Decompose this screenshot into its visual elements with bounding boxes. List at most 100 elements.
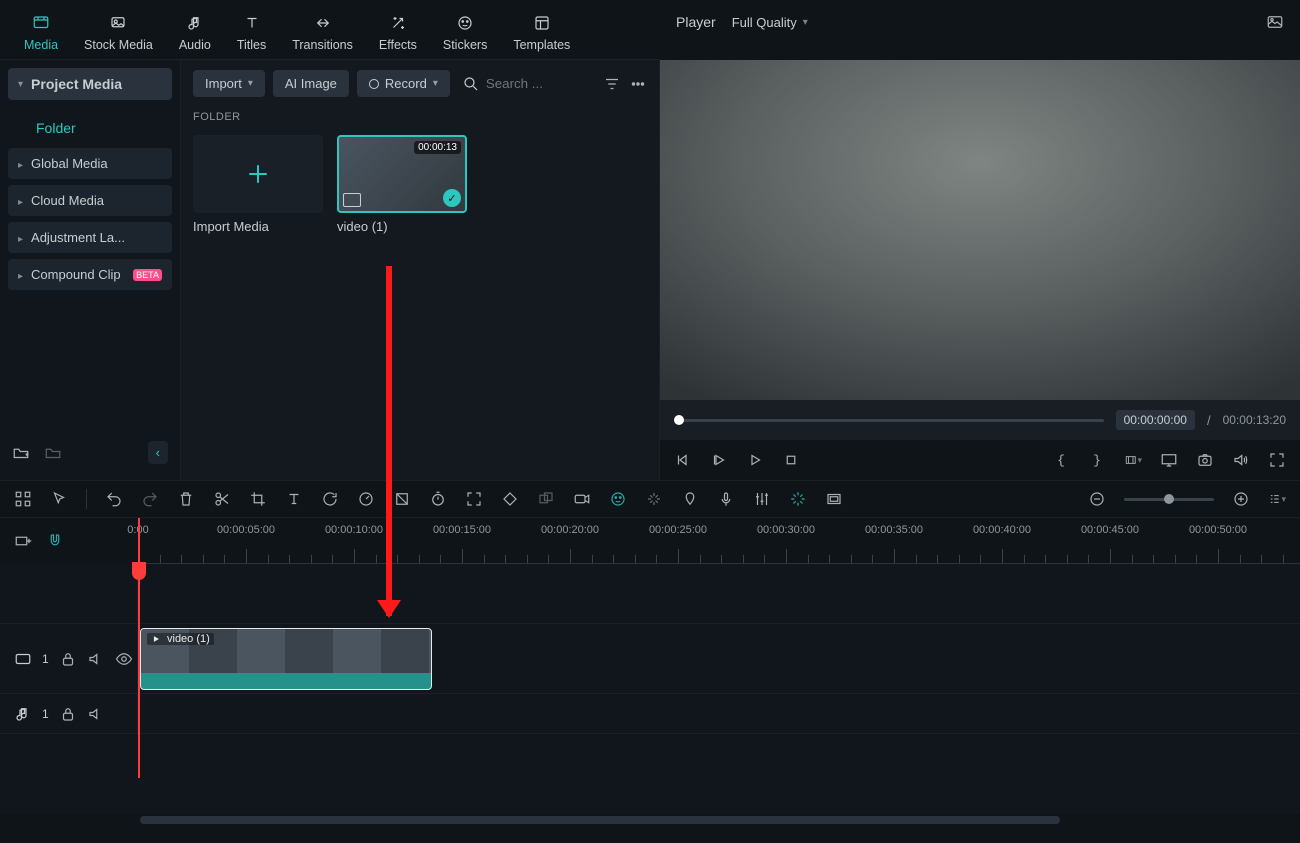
- snapshot-icon[interactable]: [1196, 451, 1214, 469]
- project-sidebar: ▾ Project Media Folder Global Media Clou…: [0, 60, 180, 480]
- video-track-icon: [14, 650, 32, 668]
- fit-icon[interactable]: [465, 490, 483, 508]
- tab-stock-media[interactable]: Stock Media: [80, 10, 157, 54]
- tab-titles[interactable]: Titles: [233, 10, 270, 54]
- zoom-slider[interactable]: [1124, 498, 1214, 501]
- chevron-right-icon: [18, 193, 23, 208]
- more-icon[interactable]: [629, 75, 647, 93]
- search-input[interactable]: [486, 76, 566, 91]
- camera-icon[interactable]: [573, 490, 591, 508]
- filter-icon[interactable]: [603, 75, 621, 93]
- tab-transitions[interactable]: Transitions: [288, 10, 357, 54]
- speed-icon[interactable]: [357, 490, 375, 508]
- zoom-in-icon[interactable]: [1232, 490, 1250, 508]
- keyframe-icon[interactable]: [501, 490, 519, 508]
- link-folder-icon[interactable]: [44, 444, 62, 462]
- magnet-icon[interactable]: [46, 532, 64, 550]
- rotate-icon[interactable]: [321, 490, 339, 508]
- ai-image-button[interactable]: AI Image: [273, 70, 349, 97]
- safe-zone-icon[interactable]: [825, 490, 843, 508]
- import-dropdown[interactable]: Import ▾: [193, 70, 265, 97]
- collapse-sidebar-button[interactable]: ‹: [148, 441, 168, 464]
- timeline-ruler[interactable]: 0:0000:00:05:0000:00:10:0000:00:15:0000:…: [138, 518, 1300, 564]
- player-quality-selector[interactable]: Full Quality ▾: [732, 15, 808, 30]
- display-icon[interactable]: [1160, 451, 1178, 469]
- zoom-out-icon[interactable]: [1088, 490, 1106, 508]
- new-folder-icon[interactable]: [12, 444, 30, 462]
- mark-out-icon[interactable]: }: [1088, 451, 1106, 469]
- spacer-track-head: [0, 564, 138, 623]
- cursor-icon[interactable]: [50, 490, 68, 508]
- marker-icon[interactable]: [681, 490, 699, 508]
- tab-media[interactable]: Media: [20, 10, 62, 54]
- tab-effects[interactable]: Effects: [375, 10, 421, 54]
- snapshot-gallery-icon[interactable]: [1266, 13, 1284, 31]
- audio-track-number: 1: [42, 707, 49, 721]
- timeline-clip[interactable]: video (1): [140, 628, 432, 690]
- effects-icon: [387, 12, 409, 34]
- ruler-label: 00:00:45:00: [1081, 524, 1139, 536]
- sidebar-item-cloud-media[interactable]: Cloud Media: [8, 185, 172, 216]
- tab-titles-label: Titles: [237, 38, 266, 52]
- sidebar-item-compound-clip[interactable]: Compound Clip BETA: [8, 259, 172, 290]
- media-clip-tile[interactable]: 00:00:13 ✓ video (1): [337, 135, 467, 234]
- audio-mix-icon[interactable]: [753, 490, 771, 508]
- mark-in-icon[interactable]: {: [1052, 451, 1070, 469]
- ai-face-icon[interactable]: [609, 490, 627, 508]
- undo-icon[interactable]: [105, 490, 123, 508]
- timeline-horizontal-scrollbar[interactable]: [0, 814, 1300, 826]
- player-panel: 00:00:00:00 / 00:00:13:20 { } ▾: [660, 60, 1300, 480]
- text-icon[interactable]: [285, 490, 303, 508]
- ai-image-label: AI Image: [285, 76, 337, 91]
- crop-icon[interactable]: [249, 490, 267, 508]
- sidebar-item-adjustment-layer[interactable]: Adjustment La...: [8, 222, 172, 253]
- volume-icon[interactable]: [1232, 451, 1250, 469]
- tab-stickers[interactable]: Stickers: [439, 10, 491, 54]
- import-media-label: Import Media: [193, 219, 323, 234]
- audio-icon: [184, 12, 206, 34]
- player-viewport[interactable]: [660, 60, 1300, 400]
- group-icon[interactable]: [537, 490, 555, 508]
- step-back-icon[interactable]: [674, 451, 692, 469]
- stop-icon[interactable]: [782, 451, 800, 469]
- visibility-icon[interactable]: [115, 650, 133, 668]
- auto-cut-icon[interactable]: [789, 490, 807, 508]
- mic-icon[interactable]: [717, 490, 735, 508]
- project-media-label: Project Media: [31, 76, 122, 92]
- ruler-label: 00:00:35:00: [865, 524, 923, 536]
- view-mode-icon[interactable]: ▾: [1268, 490, 1286, 508]
- project-media-header[interactable]: ▾ Project Media: [8, 68, 172, 100]
- split-icon[interactable]: [213, 490, 231, 508]
- ruler-label: 00:00:05:00: [217, 524, 275, 536]
- delete-icon[interactable]: [177, 490, 195, 508]
- fullscreen-icon[interactable]: [1268, 451, 1286, 469]
- chevron-down-icon: ▾: [18, 79, 23, 90]
- tab-templates[interactable]: Templates: [509, 10, 574, 54]
- arrange-icon[interactable]: [14, 490, 32, 508]
- lock-icon[interactable]: [59, 650, 77, 668]
- duration-icon[interactable]: [429, 490, 447, 508]
- tab-templates-label: Templates: [513, 38, 570, 52]
- clip-name-label: video (1): [337, 219, 467, 234]
- playhead[interactable]: [138, 518, 140, 778]
- mute-icon[interactable]: [87, 650, 105, 668]
- search-icon[interactable]: [462, 75, 480, 93]
- sidebar-folder-label[interactable]: Folder: [8, 110, 172, 148]
- track-add-icon[interactable]: [14, 532, 32, 550]
- player-seek-bar[interactable]: [674, 419, 1104, 422]
- sparkle-icon[interactable]: [645, 490, 663, 508]
- sidebar-item-global-media[interactable]: Global Media: [8, 148, 172, 179]
- import-media-tile[interactable]: Import Media: [193, 135, 323, 234]
- record-dropdown[interactable]: Record ▾: [357, 70, 450, 97]
- aspect-icon[interactable]: ▾: [1124, 451, 1142, 469]
- color-icon[interactable]: [393, 490, 411, 508]
- mute-icon[interactable]: [87, 705, 105, 723]
- tab-audio[interactable]: Audio: [175, 10, 215, 54]
- play-icon[interactable]: [746, 451, 764, 469]
- play-pause-icon[interactable]: [710, 451, 728, 469]
- lock-icon[interactable]: [59, 705, 77, 723]
- redo-icon[interactable]: [141, 490, 159, 508]
- chevron-down-icon: ▾: [803, 17, 808, 28]
- import-label: Import: [205, 76, 242, 91]
- ruler-label: 00:00:40:00: [973, 524, 1031, 536]
